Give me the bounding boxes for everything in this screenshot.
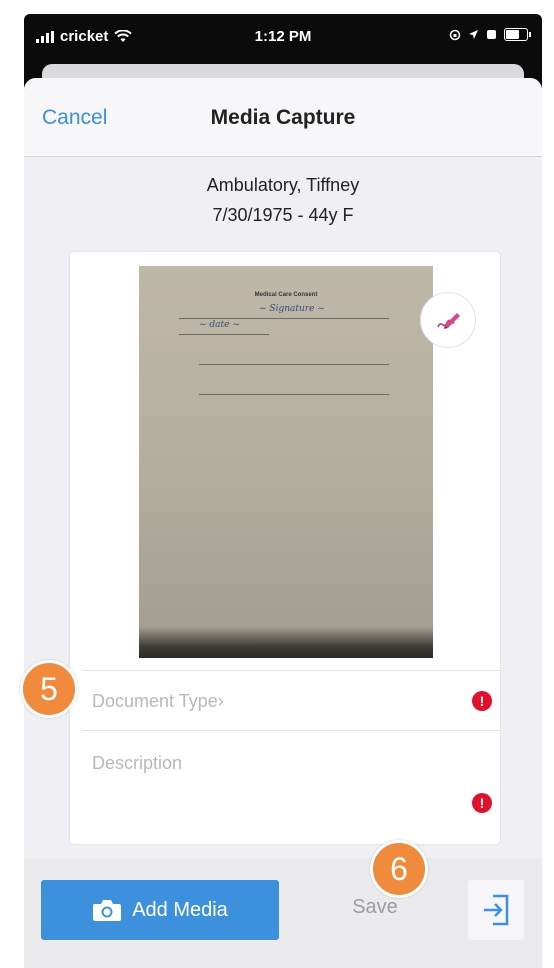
annotate-button[interactable] <box>420 292 476 348</box>
document-type-field[interactable]: Document Type› ! <box>82 670 500 731</box>
status-bar: cricket 1:12 PM <box>24 14 542 62</box>
status-right <box>449 28 531 41</box>
pen-draw-icon <box>437 313 460 329</box>
media-capture-modal: Cancel Media Capture Ambulatory, Tiffney… <box>24 78 542 968</box>
nav-bar: Cancel Media Capture <box>24 78 542 157</box>
form-line <box>199 364 389 365</box>
step-5-callout: 5 <box>20 660 78 718</box>
required-alert-icon: ! <box>472 793 492 813</box>
orientation-lock-icon <box>449 29 461 40</box>
sign-in-icon <box>484 894 509 926</box>
add-media-label: Add Media <box>132 898 228 921</box>
form-line <box>199 394 389 395</box>
handwriting-mark: ~ date ~ <box>199 320 240 330</box>
patient-header: Ambulatory, Tiffney 7/30/1975 - 44y F <box>24 170 542 230</box>
form-line <box>179 318 389 319</box>
patient-name: Ambulatory, Tiffney <box>206 175 360 195</box>
alarm-icon <box>487 30 496 39</box>
required-alert-icon: ! <box>472 691 492 711</box>
save-button[interactable]: Save <box>320 896 430 919</box>
step-6-callout: 6 <box>370 840 428 898</box>
description-label: Description <box>92 753 183 773</box>
description-field[interactable]: Description ! <box>82 730 500 841</box>
handwriting-mark: ~ Signature ~ <box>259 304 325 314</box>
document-type-label: Document Type› <box>92 691 224 711</box>
document-heading: Medical Care Consent <box>254 292 318 298</box>
add-media-button[interactable]: Add Media <box>41 880 279 940</box>
camera-icon <box>93 900 122 921</box>
phone-screen: cricket 1:12 PM Cancel Media Capture Amb… <box>24 14 542 968</box>
sign-in-button[interactable] <box>468 880 524 940</box>
patient-dob-age-sex: 7/30/1975 - 44y F <box>212 205 354 225</box>
page-title: Media Capture <box>210 106 356 129</box>
battery-icon <box>504 28 531 41</box>
captured-document-image[interactable]: Medical Care Consent ~ Signature ~ ~ dat… <box>139 266 433 658</box>
media-card: Medical Care Consent ~ Signature ~ ~ dat… <box>70 252 500 844</box>
form-line <box>179 334 269 335</box>
location-icon <box>469 30 478 39</box>
bottom-toolbar: Add Media Save <box>24 858 542 968</box>
